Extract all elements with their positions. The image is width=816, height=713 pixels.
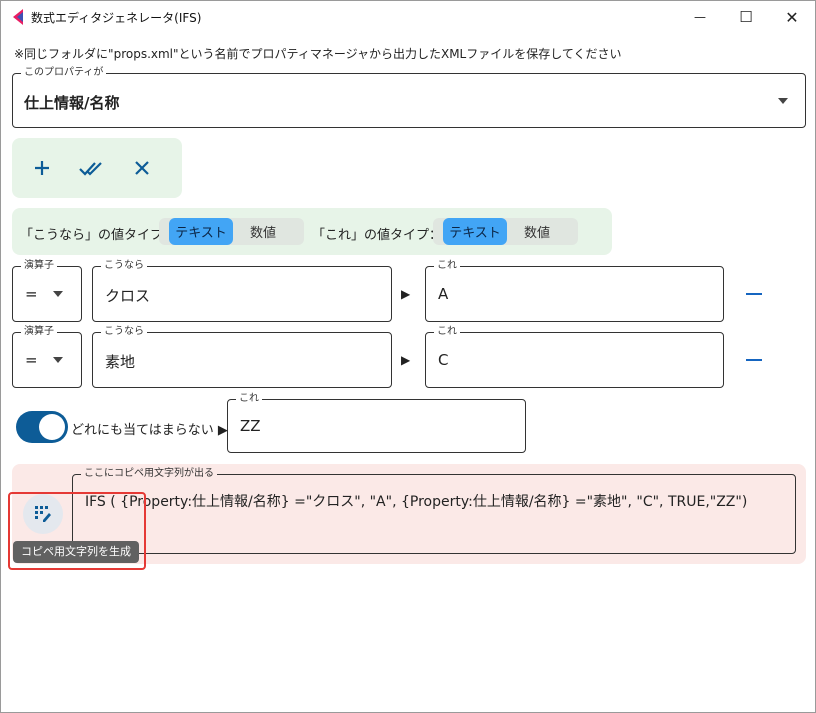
app-logo-icon [13,9,23,25]
property-select[interactable]: このプロパティが 仕上情報/名称 [12,66,806,128]
kounara-label: こうなら [101,325,147,339]
kounara-label: こうなら [101,259,147,273]
kounara-input[interactable]: こうなら クロス [92,259,392,322]
operator-value: = [25,285,38,303]
action-toolbar [12,138,182,198]
remove-row-button[interactable] [746,293,762,295]
operator-value: = [25,351,38,369]
output-label: ここにコピペ用文字列が出る [81,467,217,481]
row-arrow-icon: ▶ [401,287,411,301]
double-check-icon [79,162,102,176]
minimize-button[interactable]: — [677,1,723,33]
kore-label: これ [434,325,460,339]
maximize-icon: ☐ [739,8,753,26]
kounara-value: 素地 [105,353,136,371]
output-textarea[interactable]: ここにコピペ用文字列が出る IFS ( {Property:仕上情報/名称} =… [72,467,796,554]
kore-type-text-option[interactable]: テキスト [443,218,507,245]
operator-label: 演算子 [21,325,57,339]
minimize-icon: — [694,10,706,24]
default-kore-label: これ [236,392,262,406]
kounara-type-number-option[interactable]: 数値 [233,218,293,245]
window-title: 数式エディタジェネレータ(IFS) [31,11,202,25]
default-kore-value: ZZ [240,417,261,435]
maximize-button[interactable]: ☐ [723,1,769,33]
default-toggle[interactable] [16,411,68,443]
default-label: どれにも当てはまらない ▶ [71,423,228,438]
kore-label: これ [434,259,460,273]
kounara-value: クロス [105,287,151,305]
kore-input[interactable]: これ C [425,325,724,388]
kounara-input[interactable]: こうなら 素地 [92,325,392,388]
validate-button[interactable] [76,152,108,184]
chevron-down-icon [53,357,63,363]
close-icon [135,161,149,175]
kore-value: C [438,351,449,369]
output-text: IFS ( {Property:仕上情報/名称} ="クロス", "A", {P… [85,494,748,510]
operator-label: 演算子 [21,259,57,273]
kounara-type-label: 「こうなら」の値タイプ： [20,228,177,243]
instruction-note: ※同じフォルダに"props.xml"という名前でプロパティマネージャから出力し… [14,47,622,61]
generate-tooltip: コピペ用文字列を生成 [13,541,139,563]
add-row-button[interactable] [26,152,58,184]
remove-row-button[interactable] [746,359,762,361]
row-arrow-icon: ▶ [401,353,411,367]
toggle-knob [39,414,65,440]
title-bar: 数式エディタジェネレータ(IFS) — ☐ ✕ [1,1,815,33]
kore-input[interactable]: これ A [425,259,724,322]
plus-icon [35,161,49,175]
chevron-down-icon [778,98,788,104]
kore-type-toggle: テキスト 数値 [433,218,578,245]
app-window: 数式エディタジェネレータ(IFS) — ☐ ✕ ※同じフォルダに"props.x… [0,0,816,713]
operator-select[interactable]: 演算子 = [12,325,82,388]
default-kore-input[interactable]: これ ZZ [227,392,526,453]
chevron-down-icon [53,291,63,297]
kore-type-number-option[interactable]: 数値 [507,218,567,245]
clear-button[interactable] [126,152,158,184]
kore-type-label: 「これ」の値タイプ： [312,228,443,243]
close-button[interactable]: ✕ [769,1,815,33]
operator-select[interactable]: 演算子 = [12,259,82,322]
close-icon: ✕ [785,7,799,27]
property-select-value: 仕上情報/名称 [24,94,120,112]
kore-value: A [438,285,449,303]
value-type-panel: 「こうなら」の値タイプ： テキスト 数値 「これ」の値タイプ： テキスト 数値 [12,208,612,255]
kounara-type-toggle: テキスト 数値 [159,218,304,245]
property-select-label: このプロパティが [21,66,107,80]
kounara-type-text-option[interactable]: テキスト [169,218,233,245]
